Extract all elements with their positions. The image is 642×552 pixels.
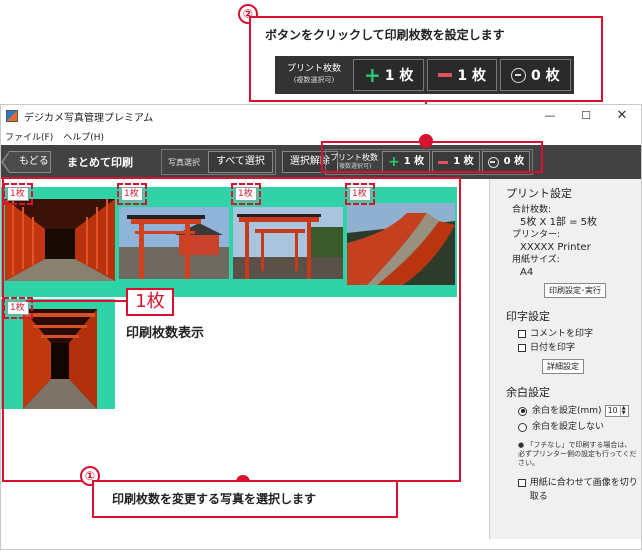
toolbar-highlight xyxy=(321,141,543,173)
menu-file[interactable]: ファイル(F) xyxy=(5,130,53,143)
maximize-button[interactable]: ☐ xyxy=(571,105,601,127)
photo-select-label: 写真選択 xyxy=(168,157,200,167)
printer-value: XXXXX Printer xyxy=(520,242,591,253)
minimize-button[interactable]: — xyxy=(535,105,565,127)
margin-set-radio[interactable]: 余白を設定(mm) 10 ▲ ▼ xyxy=(518,403,638,419)
total-value: 5枚 X 1部 = 5枚 xyxy=(520,217,598,228)
settings-pane: プリント設定 合計枚数: 5枚 X 1部 = 5枚 プリンター: XXXXX P… xyxy=(489,179,641,539)
title-bar: デジカメ写真管理プレミアム — ☐ ✕ xyxy=(1,105,641,127)
count-pointer-line xyxy=(26,300,126,302)
print-count-label-enlarged: プリント枚数 (複数選択可) xyxy=(286,64,341,84)
photo-select-group: 写真選択 すべて選択 xyxy=(161,149,276,175)
back-button[interactable]: もどる xyxy=(1,151,51,173)
print-count-display-label: 印刷枚数表示 xyxy=(126,326,205,341)
total-label: 合計枚数: xyxy=(512,205,552,215)
window-title: デジカメ写真管理プレミアム xyxy=(24,112,154,124)
comment-checkbox[interactable]: コメントを印字 xyxy=(518,327,638,341)
page-title: まとめて印刷 xyxy=(67,156,133,169)
callout-step-2-text: ボタンをクリックして印刷枚数を設定します xyxy=(265,28,505,42)
callout-step-2: ボタンをクリックして印刷枚数を設定します プリント枚数 (複数選択可) + 1 … xyxy=(249,16,603,102)
select-all-button[interactable]: すべて選択 xyxy=(208,151,273,173)
print-settings-heading: プリント設定 xyxy=(506,187,572,200)
connector-dot xyxy=(419,134,433,148)
text-print-heading: 印字設定 xyxy=(506,310,550,323)
minus-one-button-enlarged: 1 枚 xyxy=(427,59,498,91)
plus-icon: + xyxy=(364,63,381,87)
margin-none-radio[interactable]: 余白を設定しない xyxy=(518,419,638,435)
detail-settings-button[interactable]: 詳細設定 xyxy=(542,359,584,374)
print-count-badge-enlarged: 1枚 xyxy=(126,288,174,316)
photo-selection-highlight xyxy=(2,177,461,482)
margin-stepper[interactable]: 10 ▲ ▼ xyxy=(604,405,629,417)
plus-one-button-enlarged: + 1 枚 xyxy=(353,59,425,91)
borderless-note: ● 「フチなし」で印刷する場合は、必ずプリンター側の設定も行ってください。 xyxy=(518,441,637,467)
callout-step-1: 印刷枚数を変更する写真を選択します xyxy=(92,480,398,518)
fit-to-paper-checkbox[interactable]: 用紙に合わせて画像を切り取る xyxy=(518,476,638,504)
close-button[interactable]: ✕ xyxy=(607,105,637,127)
print-count-bar-enlarged: プリント枚数 (複数選択可) + 1 枚 1 枚 0 枚 xyxy=(275,56,574,94)
print-settings-button[interactable]: 印刷設定･実行 xyxy=(544,283,606,298)
date-checkbox[interactable]: 日付を印字 xyxy=(518,341,638,355)
zero-button-enlarged: 0 枚 xyxy=(500,59,571,91)
margin-heading: 余白設定 xyxy=(506,386,550,399)
paper-size-label: 用紙サイズ: xyxy=(512,255,560,265)
printer-label: プリンター: xyxy=(512,230,561,240)
menu-help[interactable]: ヘルプ(H) xyxy=(63,130,104,143)
app-icon xyxy=(6,110,18,122)
circle-minus-icon xyxy=(511,67,527,83)
paper-size-value: A4 xyxy=(520,267,534,278)
minus-icon xyxy=(438,73,453,77)
